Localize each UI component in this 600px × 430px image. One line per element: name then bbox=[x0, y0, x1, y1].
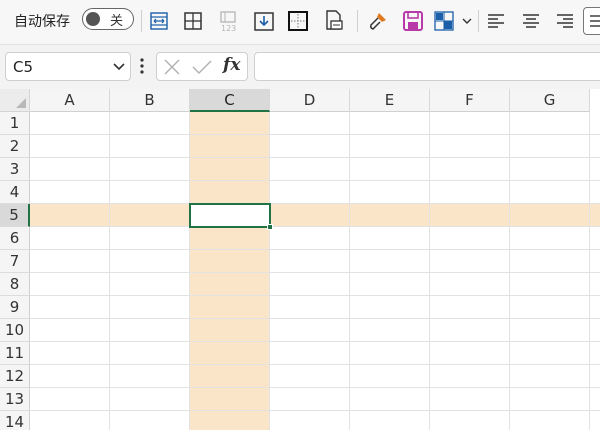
enter-check-icon[interactable] bbox=[191, 59, 213, 75]
chevron-down-icon[interactable] bbox=[112, 60, 126, 74]
row-header-3[interactable]: 3 bbox=[0, 158, 30, 181]
formula-input[interactable] bbox=[254, 52, 600, 81]
column-header-d[interactable]: D bbox=[270, 89, 350, 112]
row-gridline bbox=[30, 203, 600, 204]
row-gridline bbox=[30, 272, 600, 273]
row-gridline bbox=[30, 226, 600, 227]
row-gridline bbox=[30, 180, 600, 181]
fill-color-icon[interactable] bbox=[431, 6, 475, 36]
more-options-icon[interactable] bbox=[139, 57, 145, 75]
fill-handle[interactable] bbox=[267, 224, 273, 230]
active-column-highlight bbox=[190, 112, 270, 430]
row-header-10[interactable]: 10 bbox=[0, 319, 30, 342]
column-header-a[interactable]: A bbox=[30, 89, 110, 112]
column-header-b[interactable]: B bbox=[110, 89, 190, 112]
svg-text:123: 123 bbox=[221, 24, 236, 33]
row-header-14[interactable]: 14 bbox=[0, 411, 30, 430]
column-gridline bbox=[589, 112, 590, 430]
formula-bar: C5 fx bbox=[0, 45, 600, 89]
format-painter-icon[interactable] bbox=[365, 6, 391, 36]
name-box-value: C5 bbox=[13, 58, 34, 76]
row-header-13[interactable]: 13 bbox=[0, 388, 30, 411]
row-gridline bbox=[30, 387, 600, 388]
column-header-f[interactable]: F bbox=[430, 89, 510, 112]
row-header-2[interactable]: 2 bbox=[0, 135, 30, 158]
name-box[interactable]: C5 bbox=[5, 52, 131, 81]
autosave-state: 关 bbox=[110, 14, 124, 29]
row-gridline bbox=[30, 249, 600, 250]
column-gridline bbox=[349, 112, 350, 430]
row-gridline bbox=[30, 341, 600, 342]
toggle-knob bbox=[86, 12, 100, 26]
row-header-12[interactable]: 12 bbox=[0, 365, 30, 388]
quick-access-toolbar: 自动保存 关 123 bbox=[0, 0, 600, 45]
justify-icon bbox=[590, 15, 600, 27]
row-header-1[interactable]: 1 bbox=[0, 112, 30, 135]
save-icon[interactable] bbox=[400, 6, 426, 36]
toolbar-separator bbox=[478, 10, 479, 32]
row-header-7[interactable]: 7 bbox=[0, 250, 30, 273]
insert-function-button[interactable]: fx bbox=[223, 55, 240, 75]
column-header-c[interactable]: C bbox=[190, 89, 270, 112]
align-center-icon[interactable] bbox=[518, 6, 544, 36]
column-header-e[interactable]: E bbox=[350, 89, 430, 112]
justify-button[interactable] bbox=[583, 7, 600, 35]
row-gridline bbox=[30, 134, 600, 135]
column-gridline bbox=[189, 112, 190, 430]
toolbar-separator bbox=[141, 10, 142, 32]
row-header-6[interactable]: 6 bbox=[0, 227, 30, 250]
download-icon[interactable] bbox=[251, 6, 277, 36]
wrap-text-icon[interactable] bbox=[146, 6, 172, 36]
cancel-icon[interactable] bbox=[163, 59, 181, 75]
borders-icon[interactable] bbox=[180, 6, 206, 36]
number-format-icon[interactable]: 123 bbox=[215, 6, 241, 36]
row-gridline bbox=[30, 295, 600, 296]
autosave-label: 自动保存 bbox=[14, 14, 70, 30]
row-header-5[interactable]: 5 bbox=[0, 204, 30, 227]
align-right-icon[interactable] bbox=[552, 6, 578, 36]
formula-controls: fx bbox=[156, 52, 248, 81]
align-left-icon[interactable] bbox=[483, 6, 509, 36]
border-grid-icon[interactable] bbox=[285, 6, 311, 36]
column-gridline bbox=[509, 112, 510, 430]
row-gridline bbox=[30, 318, 600, 319]
select-all-triangle-icon bbox=[16, 98, 26, 108]
toolbar-separator bbox=[357, 10, 358, 32]
row-gridline bbox=[30, 364, 600, 365]
active-cell[interactable] bbox=[189, 203, 271, 228]
column-gridline bbox=[429, 112, 430, 430]
active-row-highlight bbox=[30, 204, 600, 227]
column-gridline bbox=[109, 112, 110, 430]
column-gridline bbox=[269, 112, 270, 430]
column-header-g[interactable]: G bbox=[510, 89, 590, 112]
row-gridline bbox=[30, 157, 600, 158]
row-gridline bbox=[30, 410, 600, 411]
row-header-4[interactable]: 4 bbox=[0, 181, 30, 204]
row-header-9[interactable]: 9 bbox=[0, 296, 30, 319]
row-header-8[interactable]: 8 bbox=[0, 273, 30, 296]
print-preview-icon[interactable] bbox=[321, 6, 347, 36]
row-header-11[interactable]: 11 bbox=[0, 342, 30, 365]
autosave-toggle[interactable]: 关 bbox=[82, 8, 134, 30]
spreadsheet-grid[interactable]: ABCDEFG 1 2 3 4 5 6 7 8 9 10 11 12 13 14 bbox=[0, 89, 600, 430]
select-all-corner[interactable] bbox=[0, 89, 30, 112]
